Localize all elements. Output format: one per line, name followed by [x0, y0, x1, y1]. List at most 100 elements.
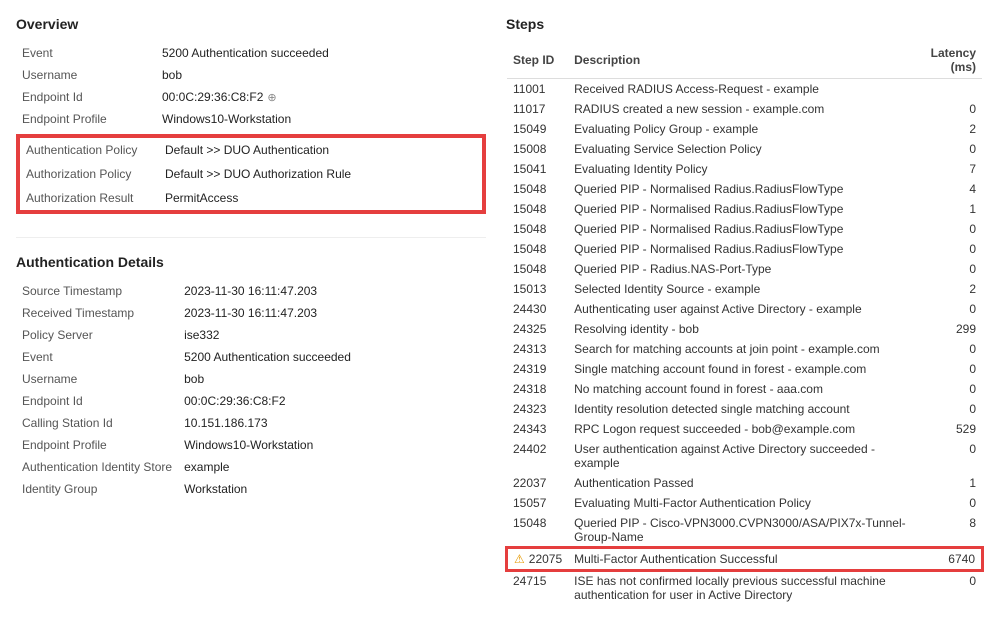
warning-icon: ⚠ — [514, 552, 525, 566]
step-row: 11001Received RADIUS Access-Request - ex… — [507, 79, 982, 100]
step-description: Evaluating Identity Policy — [568, 159, 912, 179]
step-id: 15048 — [507, 219, 568, 239]
step-id: 24318 — [507, 379, 568, 399]
step-id: 24323 — [507, 399, 568, 419]
step-latency: 0 — [912, 439, 982, 473]
step-id: 24343 — [507, 419, 568, 439]
field-label: Identity Group — [16, 478, 178, 500]
step-row: 15057Evaluating Multi-Factor Authenticat… — [507, 493, 982, 513]
step-id: 15048 — [507, 259, 568, 279]
step-id: 24319 — [507, 359, 568, 379]
step-description: Resolving identity - bob — [568, 319, 912, 339]
step-id: 15048 — [507, 239, 568, 259]
field-value: 00:0C:29:36:C8:F2⊕ — [156, 86, 486, 108]
field-value: bob — [156, 64, 486, 86]
field-value: bob — [178, 368, 486, 390]
overview-section: Overview Event5200 Authentication succee… — [16, 16, 486, 217]
step-latency: 529 — [912, 419, 982, 439]
auth-detail-row: Authentication Identity Storeexample — [16, 456, 486, 478]
field-label: Endpoint Profile — [16, 108, 156, 130]
auth-detail-row: Endpoint ProfileWindows10-Workstation — [16, 434, 486, 456]
field-label: Authentication Policy — [19, 137, 159, 162]
step-id: 11017 — [507, 99, 568, 119]
step-latency: 0 — [912, 379, 982, 399]
field-value: 10.151.186.173 — [178, 412, 486, 434]
step-latency: 0 — [912, 99, 982, 119]
overview-table: Event5200 Authentication succeededUserna… — [16, 42, 486, 130]
step-latency: 2 — [912, 119, 982, 139]
col-description: Description — [568, 42, 912, 79]
auth-detail-row: Calling Station Id10.151.186.173 — [16, 412, 486, 434]
step-description: RADIUS created a new session - example.c… — [568, 99, 912, 119]
step-description: Multi-Factor Authentication Successful — [568, 548, 912, 570]
step-row: 15048Queried PIP - Cisco-VPN3000.CVPN300… — [507, 513, 982, 548]
step-latency — [912, 79, 982, 100]
step-latency: 1 — [912, 199, 982, 219]
field-value: 2023-11-30 16:11:47.203 — [178, 302, 486, 324]
auth-detail-row: Identity GroupWorkstation — [16, 478, 486, 500]
field-value: Default >> DUO Authorization Rule — [159, 162, 483, 186]
step-id: 15048 — [507, 513, 568, 548]
step-description: Authenticating user against Active Direc… — [568, 299, 912, 319]
step-description: Queried PIP - Radius.NAS-Port-Type — [568, 259, 912, 279]
step-id: 24402 — [507, 439, 568, 473]
step-id: 24313 — [507, 339, 568, 359]
step-row: 15048Queried PIP - Normalised Radius.Rad… — [507, 239, 982, 259]
step-row: 15048Queried PIP - Radius.NAS-Port-Type0 — [507, 259, 982, 279]
right-panel: Steps Step ID Description Latency (ms) 1… — [506, 16, 983, 605]
field-label: Received Timestamp — [16, 302, 178, 324]
overview-row: Endpoint ProfileWindows10-Workstation — [16, 108, 486, 130]
left-panel: Overview Event5200 Authentication succee… — [16, 16, 486, 605]
step-id: 15057 — [507, 493, 568, 513]
field-label: Authorization Policy — [19, 162, 159, 186]
step-row: 24430Authenticating user against Active … — [507, 299, 982, 319]
step-description: Evaluating Multi-Factor Authentication P… — [568, 493, 912, 513]
step-row: 24715ISE has not confirmed locally previ… — [507, 570, 982, 605]
field-value: 2023-11-30 16:11:47.203 — [178, 280, 486, 302]
step-latency: 0 — [912, 493, 982, 513]
step-row: 15048Queried PIP - Normalised Radius.Rad… — [507, 199, 982, 219]
step-row: 11017RADIUS created a new session - exam… — [507, 99, 982, 119]
step-id: 11001 — [507, 79, 568, 100]
step-row: ⚠22075Multi-Factor Authentication Succes… — [507, 548, 982, 570]
step-row: 24319Single matching account found in fo… — [507, 359, 982, 379]
step-description: Authentication Passed — [568, 473, 912, 493]
step-id: 15049 — [507, 119, 568, 139]
step-id: 24325 — [507, 319, 568, 339]
auth-detail-row: Usernamebob — [16, 368, 486, 390]
field-value: Default >> DUO Authentication — [159, 137, 483, 162]
step-row: 24323Identity resolution detected single… — [507, 399, 982, 419]
highlighted-overview-row: Authentication PolicyDefault >> DUO Auth… — [19, 137, 483, 162]
step-latency: 0 — [912, 399, 982, 419]
step-latency: 0 — [912, 219, 982, 239]
step-latency: 0 — [912, 359, 982, 379]
overview-title: Overview — [16, 16, 486, 32]
field-label: Username — [16, 368, 178, 390]
step-row: 22037Authentication Passed1 — [507, 473, 982, 493]
step-latency: 2 — [912, 279, 982, 299]
copy-icon[interactable]: ⊕ — [267, 92, 276, 104]
highlighted-overview-row: Authorization PolicyDefault >> DUO Autho… — [19, 162, 483, 186]
field-value: 5200 Authentication succeeded — [156, 42, 486, 64]
step-id: 22037 — [507, 473, 568, 493]
field-value: example — [178, 456, 486, 478]
steps-title: Steps — [506, 16, 983, 32]
step-row: 24343RPC Logon request succeeded - bob@e… — [507, 419, 982, 439]
step-description: Selected Identity Source - example — [568, 279, 912, 299]
field-label: Username — [16, 64, 156, 86]
field-label: Policy Server — [16, 324, 178, 346]
overview-row: Event5200 Authentication succeeded — [16, 42, 486, 64]
step-row: 15013Selected Identity Source - example2 — [507, 279, 982, 299]
step-description: Evaluating Service Selection Policy — [568, 139, 912, 159]
step-description: ISE has not confirmed locally previous s… — [568, 570, 912, 605]
auth-detail-row: Event5200 Authentication succeeded — [16, 346, 486, 368]
field-value: Windows10-Workstation — [178, 434, 486, 456]
field-value: PermitAccess — [159, 186, 483, 211]
step-latency: 1 — [912, 473, 982, 493]
step-id: 24715 — [507, 570, 568, 605]
field-label: Endpoint Id — [16, 390, 178, 412]
field-label: Source Timestamp — [16, 280, 178, 302]
step-id: 24430 — [507, 299, 568, 319]
step-row: 15048Queried PIP - Normalised Radius.Rad… — [507, 179, 982, 199]
step-row: 24325Resolving identity - bob299 — [507, 319, 982, 339]
